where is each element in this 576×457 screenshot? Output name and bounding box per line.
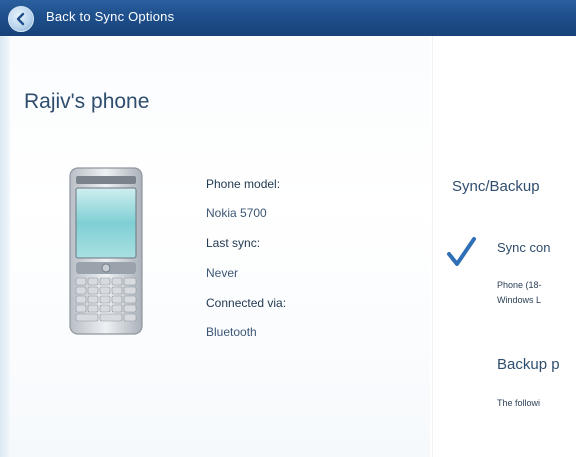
checkmark-icon	[447, 237, 476, 266]
sync-status-text: Sync con	[497, 240, 551, 255]
last-sync-label: Last sync:	[206, 236, 261, 250]
backup-detail: The followi	[497, 398, 541, 408]
connected-via-value: Bluetooth	[206, 325, 257, 339]
device-title: Rajiv's phone	[24, 90, 150, 113]
last-sync-value: Never	[206, 266, 239, 280]
backup-heading: Backup p	[497, 356, 560, 373]
sync-status-detail-1: Phone (18-	[497, 280, 542, 290]
phone-model-value: Nokia 5700	[206, 206, 267, 220]
back-button[interactable]	[8, 6, 34, 32]
connected-via-label: Connected via:	[206, 296, 287, 310]
phone-model-label: Phone model:	[206, 177, 281, 191]
back-arrow-icon	[16, 12, 25, 26]
back-link[interactable]: Back to Sync Options	[46, 9, 174, 24]
sync-status-detail-2: Windows L	[497, 295, 542, 305]
title-bar: Back to Sync Options	[0, 0, 576, 37]
phone-image	[69, 167, 143, 335]
sync-backup-heading: Sync/Backup	[452, 178, 540, 195]
